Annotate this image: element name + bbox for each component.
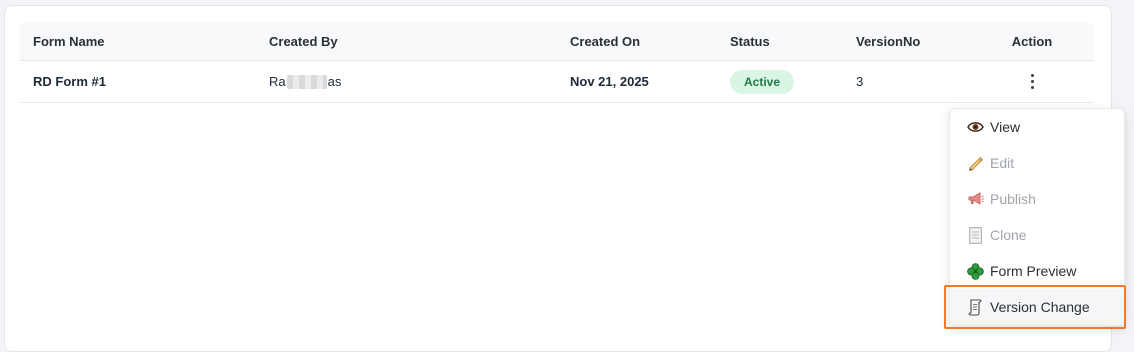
header-form-name: Form Name <box>33 34 105 49</box>
header-created-by: Created By <box>269 34 338 49</box>
created-by-suffix: as <box>327 74 342 89</box>
header-version-no: VersionNo <box>856 34 921 49</box>
cell-created-on: Nov 21, 2025 <box>570 74 649 89</box>
cell-status: Active <box>730 61 795 102</box>
header-action: Action <box>1011 34 1053 49</box>
cell-version-no: 3 <box>856 74 864 89</box>
redacted-name-blur <box>286 74 327 89</box>
forms-table: Form Name Created By Created On Status V… <box>20 23 1094 103</box>
action-dropdown-menu: View Edit Publish Clone Form Preview Ver… <box>949 108 1125 326</box>
status-badge: Active <box>730 69 795 94</box>
table-header: Form Name Created By Created On Status V… <box>20 23 1094 61</box>
pencil-icon <box>966 154 984 172</box>
megaphone-icon <box>966 190 984 208</box>
menu-item-publish[interactable]: Publish <box>950 181 1124 217</box>
header-status: Status <box>730 34 770 49</box>
menu-item-label: Version Change <box>990 299 1090 315</box>
menu-item-label: Edit <box>990 155 1015 171</box>
menu-item-edit[interactable]: Edit <box>950 145 1124 181</box>
header-created-on: Created On <box>570 34 641 49</box>
kebab-menu-icon[interactable] <box>1022 71 1042 93</box>
document-icon <box>966 226 984 244</box>
cell-created-by: Ra as <box>269 61 341 102</box>
menu-item-label: Form Preview <box>990 263 1077 279</box>
clover-icon <box>966 262 984 280</box>
menu-item-label: View <box>990 119 1021 135</box>
menu-item-form-preview[interactable]: Form Preview <box>950 253 1124 289</box>
menu-item-clone[interactable]: Clone <box>950 217 1124 253</box>
menu-item-label: Clone <box>990 227 1027 243</box>
scroll-icon <box>966 298 984 316</box>
menu-item-version-change[interactable]: Version Change <box>950 289 1124 325</box>
cell-form-name: RD Form #1 <box>33 74 106 89</box>
menu-item-view[interactable]: View <box>950 109 1124 145</box>
created-by-prefix: Ra <box>269 74 286 89</box>
table-row: RD Form #1 Ra as Nov 21, 2025 Active 3 <box>20 61 1094 103</box>
eye-icon <box>966 118 984 136</box>
menu-item-label: Publish <box>990 191 1036 207</box>
cell-action <box>995 61 1069 102</box>
